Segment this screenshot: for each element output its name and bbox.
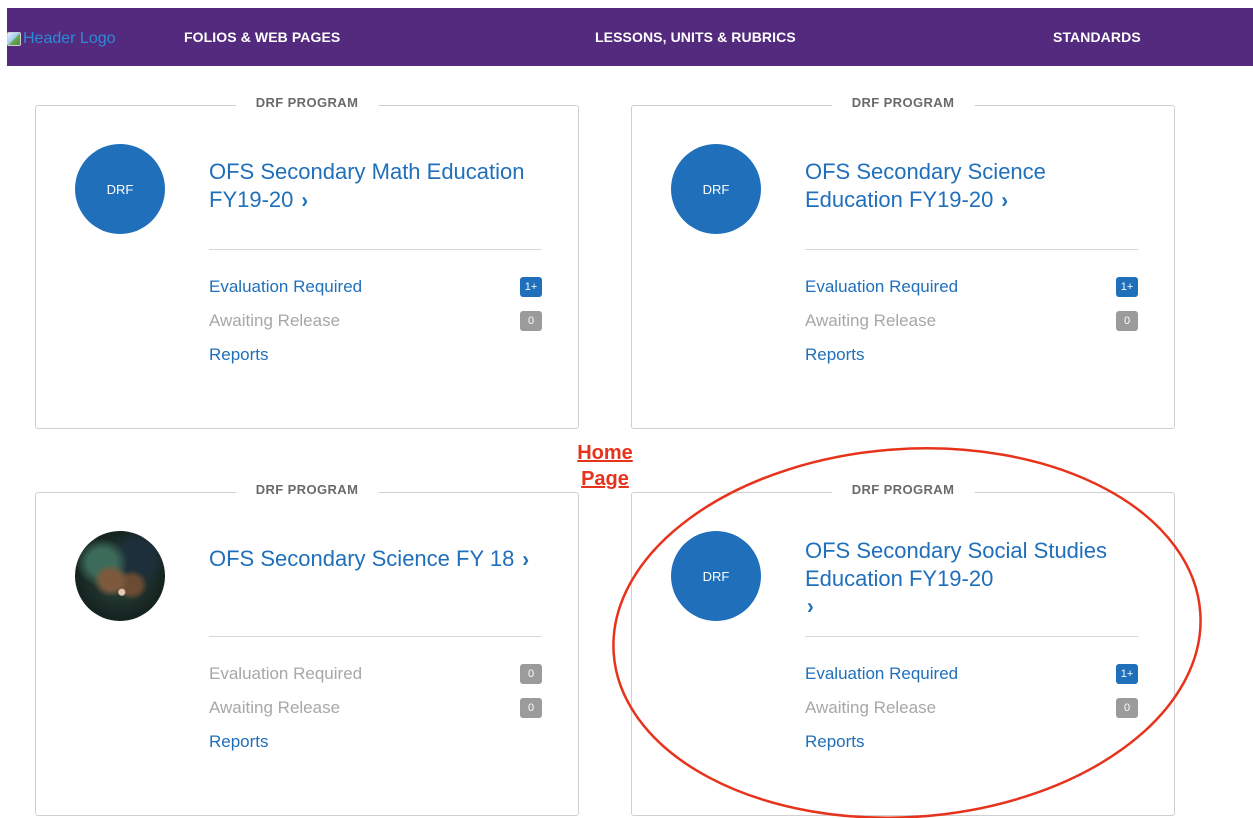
awaiting-release-row: Awaiting Release 0 — [209, 697, 542, 719]
evaluation-required-row[interactable]: Evaluation Required 1+ — [805, 276, 1138, 298]
chevron-right-icon: › — [522, 547, 529, 573]
nav-folios-web-pages[interactable]: FOLIOS & WEB PAGES — [184, 29, 340, 45]
evaluation-required-row[interactable]: Evaluation Required 1+ — [805, 663, 1138, 685]
header-logo-alt-text: Header Logo — [23, 30, 116, 47]
nav-standards[interactable]: STANDARDS — [1053, 29, 1141, 45]
evaluation-required-link[interactable]: Evaluation Required — [805, 276, 958, 298]
awaiting-release-label: Awaiting Release — [209, 311, 341, 330]
avatar-text: DRF — [702, 181, 730, 197]
reports-link[interactable]: Reports — [209, 731, 269, 753]
card-divider — [209, 636, 542, 637]
program-card-science: DRF PROGRAM DRF OFS Secondary Science Ed… — [631, 95, 1175, 429]
program-avatar-image[interactable] — [75, 531, 165, 621]
reports-link[interactable]: Reports — [805, 731, 865, 753]
reports-link[interactable]: Reports — [209, 344, 269, 366]
reports-row[interactable]: Reports — [209, 731, 542, 753]
broken-image-icon — [7, 32, 21, 46]
evaluation-required-row[interactable]: Evaluation Required 1+ — [209, 276, 542, 298]
card-divider — [209, 249, 542, 250]
header-logo[interactable]: Header Logo — [7, 29, 116, 49]
evaluation-count-badge: 1+ — [1116, 664, 1138, 684]
awaiting-release-label: Awaiting Release — [805, 698, 937, 717]
awaiting-count-badge: 0 — [1116, 698, 1138, 718]
chevron-right-icon: › — [301, 188, 309, 214]
card-section-label: DRF PROGRAM — [235, 482, 379, 497]
chevron-right-icon: › — [1001, 188, 1009, 214]
chevron-right-icon: › — [807, 594, 814, 620]
avatar-text: DRF — [106, 181, 134, 197]
card-section-label: DRF PROGRAM — [831, 95, 975, 110]
evaluation-count-badge: 1+ — [1116, 277, 1138, 297]
evaluation-required-link[interactable]: Evaluation Required — [209, 276, 362, 298]
program-title-text: OFS Secondary Social Studies Education F… — [805, 538, 1108, 591]
card-divider — [805, 636, 1138, 637]
evaluation-required-label: Evaluation Required — [209, 664, 363, 683]
program-title-text: OFS Secondary Science Education FY19-20 — [805, 159, 1046, 212]
evaluation-count-badge: 1+ — [520, 277, 542, 297]
program-card-science-fy18: DRF PROGRAM OFS Secondary Science FY 18 ›… — [35, 482, 579, 816]
program-title-link[interactable]: OFS Secondary Science FY 18 › — [209, 545, 549, 574]
program-title-link[interactable]: OFS Secondary Social Studies Education F… — [805, 537, 1135, 621]
nav-lessons-units-rubrics[interactable]: LESSONS, UNITS & RUBRICS — [595, 29, 796, 45]
card-section-label: DRF PROGRAM — [831, 482, 975, 497]
annotation-line-1: Home — [577, 442, 633, 464]
top-nav-bar: Header Logo FOLIOS & WEB PAGES LESSONS, … — [7, 8, 1253, 66]
program-title-text: OFS Secondary Science FY 18 — [209, 546, 515, 571]
program-avatar[interactable]: DRF — [671, 144, 761, 234]
program-card-social-studies: DRF PROGRAM DRF OFS Secondary Social Stu… — [631, 482, 1175, 816]
reports-row[interactable]: Reports — [805, 731, 1138, 753]
awaiting-release-row: Awaiting Release 0 — [805, 310, 1138, 332]
program-card-math: DRF PROGRAM DRF OFS Secondary Math Educa… — [35, 95, 579, 429]
program-title-link[interactable]: OFS Secondary Math Education FY19-20 › — [209, 158, 549, 215]
awaiting-release-row: Awaiting Release 0 — [209, 310, 542, 332]
program-title-link[interactable]: OFS Secondary Science Education FY19-20 › — [805, 158, 1145, 215]
awaiting-count-badge: 0 — [520, 698, 542, 718]
reports-link[interactable]: Reports — [805, 344, 865, 366]
awaiting-count-badge: 0 — [520, 311, 542, 331]
program-avatar[interactable]: DRF — [75, 144, 165, 234]
evaluation-required-row: Evaluation Required 0 — [209, 663, 542, 685]
awaiting-count-badge: 0 — [1116, 311, 1138, 331]
evaluation-count-badge: 0 — [520, 664, 542, 684]
home-page-annotation: Home Page — [565, 440, 645, 492]
program-avatar[interactable]: DRF — [671, 531, 761, 621]
avatar-text: DRF — [702, 568, 730, 584]
card-divider — [805, 249, 1138, 250]
program-title-text: OFS Secondary Math Education FY19-20 — [209, 159, 525, 212]
reports-row[interactable]: Reports — [805, 344, 1138, 366]
evaluation-required-link[interactable]: Evaluation Required — [805, 663, 958, 685]
awaiting-release-label: Awaiting Release — [805, 311, 937, 330]
annotation-line-2: Page — [581, 468, 629, 490]
card-section-label: DRF PROGRAM — [235, 95, 379, 110]
reports-row[interactable]: Reports — [209, 344, 542, 366]
awaiting-release-row: Awaiting Release 0 — [805, 697, 1138, 719]
awaiting-release-label: Awaiting Release — [209, 698, 341, 717]
